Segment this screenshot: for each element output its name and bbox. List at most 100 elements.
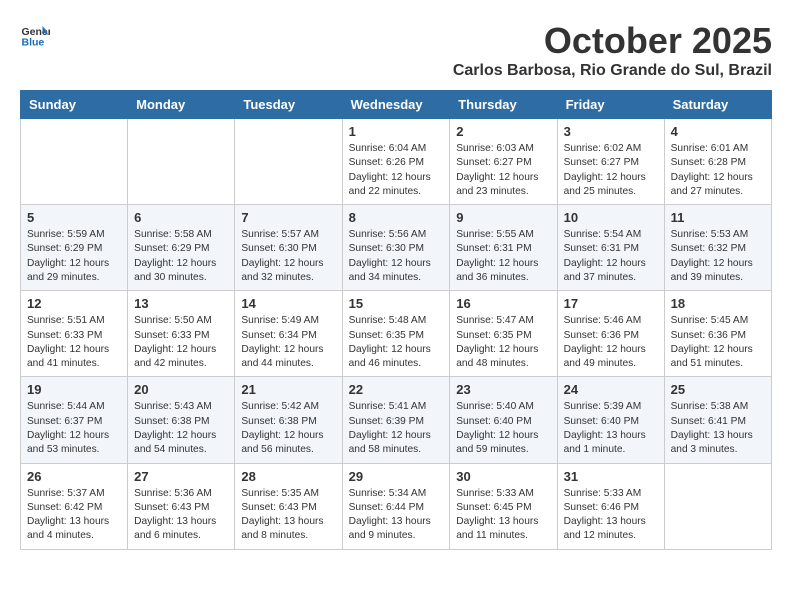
calendar-table: SundayMondayTuesdayWednesdayThursdayFrid… — [20, 90, 772, 550]
week-row-2: 5 Sunrise: 5:59 AM Sunset: 6:29 PM Daylig… — [21, 205, 772, 291]
day-info: Sunrise: 5:45 AM Sunset: 6:36 PM Dayligh… — [671, 314, 765, 371]
calendar-cell: 16 Sunrise: 5:47 AM Sunset: 6:35 PM Dayli… — [450, 291, 557, 377]
logo: General Blue — [20, 20, 54, 50]
day-info: Sunrise: 5:57 AM Sunset: 6:30 PM Dayligh… — [241, 228, 335, 285]
day-info: Sunrise: 6:02 AM Sunset: 6:27 PM Dayligh… — [564, 142, 658, 199]
day-number: 20 — [134, 382, 228, 397]
calendar-cell: 19 Sunrise: 5:44 AM Sunset: 6:37 PM Dayli… — [21, 377, 128, 463]
logo-icon: General Blue — [20, 20, 50, 50]
day-info: Sunrise: 5:36 AM Sunset: 6:43 PM Dayligh… — [134, 487, 228, 544]
day-number: 3 — [564, 124, 658, 139]
day-info: Sunrise: 5:54 AM Sunset: 6:31 PM Dayligh… — [564, 228, 658, 285]
day-number: 11 — [671, 210, 765, 225]
calendar-cell: 11 Sunrise: 5:53 AM Sunset: 6:32 PM Dayli… — [664, 205, 771, 291]
page-header: General Blue October 2025 Carlos Barbosa… — [20, 20, 772, 80]
day-info: Sunrise: 5:51 AM Sunset: 6:33 PM Dayligh… — [27, 314, 121, 371]
calendar-cell: 6 Sunrise: 5:58 AM Sunset: 6:29 PM Daylig… — [128, 205, 235, 291]
calendar-cell — [664, 463, 771, 549]
day-info: Sunrise: 6:03 AM Sunset: 6:27 PM Dayligh… — [456, 142, 550, 199]
calendar-cell: 7 Sunrise: 5:57 AM Sunset: 6:30 PM Daylig… — [235, 205, 342, 291]
day-info: Sunrise: 5:59 AM Sunset: 6:29 PM Dayligh… — [27, 228, 121, 285]
day-info: Sunrise: 5:47 AM Sunset: 6:35 PM Dayligh… — [456, 314, 550, 371]
day-info: Sunrise: 5:53 AM Sunset: 6:32 PM Dayligh… — [671, 228, 765, 285]
day-number: 17 — [564, 296, 658, 311]
calendar-cell: 10 Sunrise: 5:54 AM Sunset: 6:31 PM Dayli… — [557, 205, 664, 291]
weekday-header-friday: Friday — [557, 91, 664, 119]
day-number: 25 — [671, 382, 765, 397]
calendar-cell: 1 Sunrise: 6:04 AM Sunset: 6:26 PM Daylig… — [342, 119, 450, 205]
day-number: 2 — [456, 124, 550, 139]
calendar-cell — [235, 119, 342, 205]
day-number: 30 — [456, 469, 550, 484]
day-info: Sunrise: 5:43 AM Sunset: 6:38 PM Dayligh… — [134, 400, 228, 457]
day-number: 31 — [564, 469, 658, 484]
day-number: 9 — [456, 210, 550, 225]
day-info: Sunrise: 5:48 AM Sunset: 6:35 PM Dayligh… — [349, 314, 444, 371]
week-row-3: 12 Sunrise: 5:51 AM Sunset: 6:33 PM Dayli… — [21, 291, 772, 377]
day-info: Sunrise: 5:40 AM Sunset: 6:40 PM Dayligh… — [456, 400, 550, 457]
day-number: 23 — [456, 382, 550, 397]
day-info: Sunrise: 5:44 AM Sunset: 6:37 PM Dayligh… — [27, 400, 121, 457]
day-number: 19 — [27, 382, 121, 397]
day-number: 7 — [241, 210, 335, 225]
title-section: October 2025 Carlos Barbosa, Rio Grande … — [453, 20, 772, 80]
calendar-cell: 4Sunrise: 6:01 AM Sunset: 6:28 PM Daylig… — [664, 119, 771, 205]
calendar-cell: 22Sunrise: 5:41 AM Sunset: 6:39 PM Dayli… — [342, 377, 450, 463]
calendar-cell: 25 Sunrise: 5:38 AM Sunset: 6:41 PM Dayli… — [664, 377, 771, 463]
calendar-cell — [128, 119, 235, 205]
calendar-cell: 30 Sunrise: 5:33 AM Sunset: 6:45 PM Dayli… — [450, 463, 557, 549]
weekday-header-tuesday: Tuesday — [235, 91, 342, 119]
calendar-cell: 26 Sunrise: 5:37 AM Sunset: 6:42 PM Dayli… — [21, 463, 128, 549]
calendar-cell: 8 Sunrise: 5:56 AM Sunset: 6:30 PM Daylig… — [342, 205, 450, 291]
day-number: 27 — [134, 469, 228, 484]
weekday-header-saturday: Saturday — [664, 91, 771, 119]
day-info: Sunrise: 5:34 AM Sunset: 6:44 PM Dayligh… — [349, 487, 444, 544]
day-info: Sunrise: 5:38 AM Sunset: 6:41 PM Dayligh… — [671, 400, 765, 457]
calendar-cell: 20 Sunrise: 5:43 AM Sunset: 6:38 PM Dayli… — [128, 377, 235, 463]
day-number: 16 — [456, 296, 550, 311]
calendar-cell: 2 Sunrise: 6:03 AM Sunset: 6:27 PM Daylig… — [450, 119, 557, 205]
day-info: Sunrise: 5:35 AM Sunset: 6:43 PM Dayligh… — [241, 487, 335, 544]
day-number: 10 — [564, 210, 658, 225]
calendar-cell: 3 Sunrise: 6:02 AM Sunset: 6:27 PM Daylig… — [557, 119, 664, 205]
day-number: 1 — [349, 124, 444, 139]
day-number: 13 — [134, 296, 228, 311]
calendar-cell: 5 Sunrise: 5:59 AM Sunset: 6:29 PM Daylig… — [21, 205, 128, 291]
week-row-5: 26 Sunrise: 5:37 AM Sunset: 6:42 PM Dayli… — [21, 463, 772, 549]
weekday-header-wednesday: Wednesday — [342, 91, 450, 119]
week-row-1: 1 Sunrise: 6:04 AM Sunset: 6:26 PM Daylig… — [21, 119, 772, 205]
day-number: 24 — [564, 382, 658, 397]
day-number: 5 — [27, 210, 121, 225]
calendar-cell: 12 Sunrise: 5:51 AM Sunset: 6:33 PM Dayli… — [21, 291, 128, 377]
calendar-cell: 27 Sunrise: 5:36 AM Sunset: 6:43 PM Dayli… — [128, 463, 235, 549]
calendar-cell: 23 Sunrise: 5:40 AM Sunset: 6:40 PM Dayli… — [450, 377, 557, 463]
weekday-header-thursday: Thursday — [450, 91, 557, 119]
day-number: 26 — [27, 469, 121, 484]
calendar-cell: 28 Sunrise: 5:35 AM Sunset: 6:43 PM Dayli… — [235, 463, 342, 549]
day-number: 8 — [349, 210, 444, 225]
day-number: 18 — [671, 296, 765, 311]
day-info: Sunrise: 6:01 AM Sunset: 6:28 PM Dayligh… — [671, 142, 765, 199]
day-number: 29 — [349, 469, 444, 484]
calendar-cell: 31Sunrise: 5:33 AM Sunset: 6:46 PM Dayli… — [557, 463, 664, 549]
weekday-header-monday: Monday — [128, 91, 235, 119]
day-number: 6 — [134, 210, 228, 225]
day-info: Sunrise: 5:41 AM Sunset: 6:39 PM Dayligh… — [349, 400, 444, 457]
day-number: 12 — [27, 296, 121, 311]
day-info: Sunrise: 5:58 AM Sunset: 6:29 PM Dayligh… — [134, 228, 228, 285]
calendar-cell: 21Sunrise: 5:42 AM Sunset: 6:38 PM Dayli… — [235, 377, 342, 463]
calendar-cell: 24 Sunrise: 5:39 AM Sunset: 6:40 PM Dayli… — [557, 377, 664, 463]
day-info: Sunrise: 5:39 AM Sunset: 6:40 PM Dayligh… — [564, 400, 658, 457]
day-info: Sunrise: 5:56 AM Sunset: 6:30 PM Dayligh… — [349, 228, 444, 285]
day-info: Sunrise: 5:37 AM Sunset: 6:42 PM Dayligh… — [27, 487, 121, 544]
day-info: Sunrise: 5:42 AM Sunset: 6:38 PM Dayligh… — [241, 400, 335, 457]
calendar-cell: 18 Sunrise: 5:45 AM Sunset: 6:36 PM Dayli… — [664, 291, 771, 377]
calendar-cell: 14Sunrise: 5:49 AM Sunset: 6:34 PM Dayli… — [235, 291, 342, 377]
calendar-cell: 9 Sunrise: 5:55 AM Sunset: 6:31 PM Daylig… — [450, 205, 557, 291]
day-info: Sunrise: 6:04 AM Sunset: 6:26 PM Dayligh… — [349, 142, 444, 199]
day-info: Sunrise: 5:33 AM Sunset: 6:45 PM Dayligh… — [456, 487, 550, 544]
day-number: 28 — [241, 469, 335, 484]
calendar-cell: 17Sunrise: 5:46 AM Sunset: 6:36 PM Dayli… — [557, 291, 664, 377]
day-info: Sunrise: 5:55 AM Sunset: 6:31 PM Dayligh… — [456, 228, 550, 285]
day-info: Sunrise: 5:50 AM Sunset: 6:33 PM Dayligh… — [134, 314, 228, 371]
